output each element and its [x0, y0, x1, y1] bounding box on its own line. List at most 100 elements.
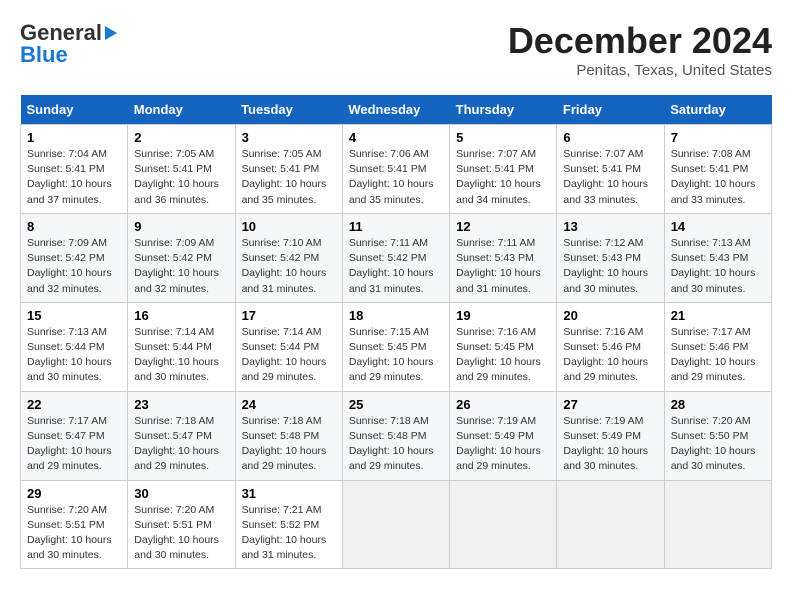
calendar-cell: 30 Sunrise: 7:20 AMSunset: 5:51 PMDaylig… [128, 480, 235, 569]
week-row-3: 15 Sunrise: 7:13 AMSunset: 5:44 PMDaylig… [21, 302, 772, 391]
day-info: Sunrise: 7:20 AMSunset: 5:51 PMDaylight:… [134, 504, 219, 562]
day-number: 29 [27, 486, 121, 501]
calendar-cell: 15 Sunrise: 7:13 AMSunset: 5:44 PMDaylig… [21, 302, 128, 391]
week-row-5: 29 Sunrise: 7:20 AMSunset: 5:51 PMDaylig… [21, 480, 772, 569]
day-number: 2 [134, 130, 228, 145]
day-info: Sunrise: 7:05 AMSunset: 5:41 PMDaylight:… [134, 148, 219, 206]
day-info: Sunrise: 7:11 AMSunset: 5:42 PMDaylight:… [349, 237, 434, 295]
day-info: Sunrise: 7:20 AMSunset: 5:51 PMDaylight:… [27, 504, 112, 562]
day-info: Sunrise: 7:07 AMSunset: 5:41 PMDaylight:… [563, 148, 648, 206]
day-number: 31 [242, 486, 336, 501]
month-title: December 2024 [508, 20, 772, 62]
day-number: 13 [563, 219, 657, 234]
day-info: Sunrise: 7:16 AMSunset: 5:45 PMDaylight:… [456, 326, 541, 384]
calendar-cell: 19 Sunrise: 7:16 AMSunset: 5:45 PMDaylig… [450, 302, 557, 391]
calendar-cell: 29 Sunrise: 7:20 AMSunset: 5:51 PMDaylig… [21, 480, 128, 569]
day-info: Sunrise: 7:07 AMSunset: 5:41 PMDaylight:… [456, 148, 541, 206]
calendar-table: SundayMondayTuesdayWednesdayThursdayFrid… [20, 95, 772, 569]
day-number: 3 [242, 130, 336, 145]
weekday-header-row: SundayMondayTuesdayWednesdayThursdayFrid… [21, 95, 772, 125]
day-number: 22 [27, 397, 121, 412]
calendar-cell: 27 Sunrise: 7:19 AMSunset: 5:49 PMDaylig… [557, 391, 664, 480]
calendar-cell: 22 Sunrise: 7:17 AMSunset: 5:47 PMDaylig… [21, 391, 128, 480]
calendar-cell: 6 Sunrise: 7:07 AMSunset: 5:41 PMDayligh… [557, 125, 664, 214]
day-number: 26 [456, 397, 550, 412]
calendar-cell [664, 480, 771, 569]
day-info: Sunrise: 7:17 AMSunset: 5:46 PMDaylight:… [671, 326, 756, 384]
page-header: General Blue December 2024 Penitas, Texa… [20, 20, 772, 79]
day-info: Sunrise: 7:10 AMSunset: 5:42 PMDaylight:… [242, 237, 327, 295]
calendar-cell: 26 Sunrise: 7:19 AMSunset: 5:49 PMDaylig… [450, 391, 557, 480]
day-number: 18 [349, 308, 443, 323]
day-info: Sunrise: 7:06 AMSunset: 5:41 PMDaylight:… [349, 148, 434, 206]
day-info: Sunrise: 7:15 AMSunset: 5:45 PMDaylight:… [349, 326, 434, 384]
day-info: Sunrise: 7:09 AMSunset: 5:42 PMDaylight:… [134, 237, 219, 295]
day-info: Sunrise: 7:18 AMSunset: 5:48 PMDaylight:… [242, 415, 327, 473]
day-number: 4 [349, 130, 443, 145]
day-info: Sunrise: 7:18 AMSunset: 5:48 PMDaylight:… [349, 415, 434, 473]
calendar-cell: 10 Sunrise: 7:10 AMSunset: 5:42 PMDaylig… [235, 213, 342, 302]
day-number: 19 [456, 308, 550, 323]
day-number: 5 [456, 130, 550, 145]
calendar-cell: 13 Sunrise: 7:12 AMSunset: 5:43 PMDaylig… [557, 213, 664, 302]
weekday-header-saturday: Saturday [664, 95, 771, 125]
calendar-cell [342, 480, 449, 569]
calendar-cell: 17 Sunrise: 7:14 AMSunset: 5:44 PMDaylig… [235, 302, 342, 391]
weekday-header-sunday: Sunday [21, 95, 128, 125]
week-row-2: 8 Sunrise: 7:09 AMSunset: 5:42 PMDayligh… [21, 213, 772, 302]
weekday-header-wednesday: Wednesday [342, 95, 449, 125]
calendar-cell: 4 Sunrise: 7:06 AMSunset: 5:41 PMDayligh… [342, 125, 449, 214]
calendar-cell: 28 Sunrise: 7:20 AMSunset: 5:50 PMDaylig… [664, 391, 771, 480]
calendar-cell: 14 Sunrise: 7:13 AMSunset: 5:43 PMDaylig… [664, 213, 771, 302]
day-info: Sunrise: 7:12 AMSunset: 5:43 PMDaylight:… [563, 237, 648, 295]
day-number: 7 [671, 130, 765, 145]
day-number: 11 [349, 219, 443, 234]
day-number: 8 [27, 219, 121, 234]
calendar-cell: 31 Sunrise: 7:21 AMSunset: 5:52 PMDaylig… [235, 480, 342, 569]
day-info: Sunrise: 7:08 AMSunset: 5:41 PMDaylight:… [671, 148, 756, 206]
calendar-cell: 5 Sunrise: 7:07 AMSunset: 5:41 PMDayligh… [450, 125, 557, 214]
day-info: Sunrise: 7:14 AMSunset: 5:44 PMDaylight:… [134, 326, 219, 384]
day-info: Sunrise: 7:14 AMSunset: 5:44 PMDaylight:… [242, 326, 327, 384]
day-number: 12 [456, 219, 550, 234]
day-info: Sunrise: 7:20 AMSunset: 5:50 PMDaylight:… [671, 415, 756, 473]
day-number: 23 [134, 397, 228, 412]
logo-line2: Blue [20, 42, 68, 68]
calendar-cell: 20 Sunrise: 7:16 AMSunset: 5:46 PMDaylig… [557, 302, 664, 391]
title-area: December 2024 Penitas, Texas, United Sta… [508, 20, 772, 79]
calendar-cell: 23 Sunrise: 7:18 AMSunset: 5:47 PMDaylig… [128, 391, 235, 480]
day-info: Sunrise: 7:11 AMSunset: 5:43 PMDaylight:… [456, 237, 541, 295]
week-row-4: 22 Sunrise: 7:17 AMSunset: 5:47 PMDaylig… [21, 391, 772, 480]
day-number: 10 [242, 219, 336, 234]
location-subtitle: Penitas, Texas, United States [508, 62, 772, 79]
day-number: 21 [671, 308, 765, 323]
day-info: Sunrise: 7:13 AMSunset: 5:43 PMDaylight:… [671, 237, 756, 295]
day-info: Sunrise: 7:09 AMSunset: 5:42 PMDaylight:… [27, 237, 112, 295]
calendar-cell: 21 Sunrise: 7:17 AMSunset: 5:46 PMDaylig… [664, 302, 771, 391]
calendar-cell: 9 Sunrise: 7:09 AMSunset: 5:42 PMDayligh… [128, 213, 235, 302]
week-row-1: 1 Sunrise: 7:04 AMSunset: 5:41 PMDayligh… [21, 125, 772, 214]
weekday-header-thursday: Thursday [450, 95, 557, 125]
day-number: 9 [134, 219, 228, 234]
day-number: 17 [242, 308, 336, 323]
day-number: 25 [349, 397, 443, 412]
weekday-header-monday: Monday [128, 95, 235, 125]
day-info: Sunrise: 7:04 AMSunset: 5:41 PMDaylight:… [27, 148, 112, 206]
day-number: 14 [671, 219, 765, 234]
calendar-cell: 1 Sunrise: 7:04 AMSunset: 5:41 PMDayligh… [21, 125, 128, 214]
weekday-header-tuesday: Tuesday [235, 95, 342, 125]
calendar-cell: 24 Sunrise: 7:18 AMSunset: 5:48 PMDaylig… [235, 391, 342, 480]
day-info: Sunrise: 7:21 AMSunset: 5:52 PMDaylight:… [242, 504, 327, 562]
day-number: 1 [27, 130, 121, 145]
day-info: Sunrise: 7:16 AMSunset: 5:46 PMDaylight:… [563, 326, 648, 384]
logo: General Blue [20, 20, 118, 68]
calendar-cell [450, 480, 557, 569]
weekday-header-friday: Friday [557, 95, 664, 125]
calendar-cell: 16 Sunrise: 7:14 AMSunset: 5:44 PMDaylig… [128, 302, 235, 391]
calendar-cell: 18 Sunrise: 7:15 AMSunset: 5:45 PMDaylig… [342, 302, 449, 391]
day-number: 20 [563, 308, 657, 323]
day-number: 6 [563, 130, 657, 145]
calendar-cell: 11 Sunrise: 7:11 AMSunset: 5:42 PMDaylig… [342, 213, 449, 302]
day-info: Sunrise: 7:19 AMSunset: 5:49 PMDaylight:… [563, 415, 648, 473]
day-number: 24 [242, 397, 336, 412]
